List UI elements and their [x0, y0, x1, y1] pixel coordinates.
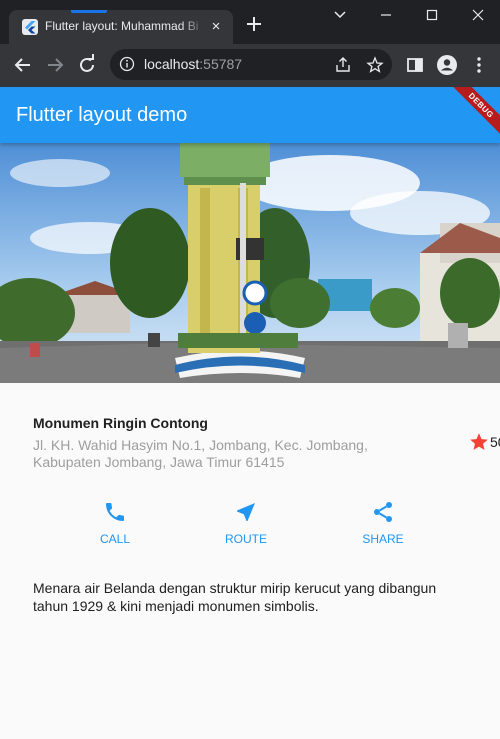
share-page-icon[interactable]: [334, 56, 352, 74]
url-port: :55787: [199, 56, 243, 72]
monument-photo: [0, 143, 500, 383]
info-icon[interactable]: [119, 56, 135, 72]
phone-icon: [106, 503, 124, 521]
star-bookmark-icon[interactable]: [366, 56, 384, 74]
share-label: SHARE: [362, 532, 404, 546]
side-panel-icon[interactable]: [402, 52, 428, 78]
chevron-down-icon[interactable]: [328, 4, 352, 26]
reload-icon[interactable]: [74, 52, 100, 78]
kebab-menu-icon[interactable]: [466, 52, 492, 78]
forward-arrow-icon[interactable]: [42, 52, 68, 78]
description-text: Menara air Belanda dengan struktur mirip…: [33, 580, 437, 614]
close-window-icon[interactable]: [466, 4, 490, 26]
rating-count: 50: [490, 434, 500, 450]
call-button[interactable]: CALL: [70, 500, 160, 550]
profile-icon[interactable]: [434, 52, 460, 78]
flutter-favicon: [22, 19, 38, 35]
plus-icon[interactable]: [243, 13, 265, 35]
minimize-icon[interactable]: [374, 4, 398, 26]
app-title: Flutter layout demo: [16, 104, 188, 126]
url-text: localhost:55787: [144, 56, 242, 72]
tab-accent-bar: [71, 10, 107, 13]
share-button[interactable]: SHARE: [338, 500, 428, 550]
close-icon[interactable]: ×: [207, 18, 225, 36]
flutter-app: Flutter layout demo DEBUG Monumen Ringin…: [0, 87, 500, 739]
call-label: CALL: [99, 532, 131, 546]
title-section: Monumen Ringin Contong Jl. KH. Wahid Has…: [33, 412, 500, 472]
place-address: Jl. KH. Wahid Hasyim No.1, Jombang, Kec.…: [33, 437, 368, 470]
route-label: ROUTE: [225, 532, 267, 546]
button-row: CALL ROUTE SHARE: [0, 500, 500, 550]
app-bar: Flutter layout demo: [0, 87, 500, 143]
maximize-icon[interactable]: [420, 4, 444, 26]
place-name: Monumen Ringin Contong: [33, 415, 208, 431]
url-host: localhost: [144, 56, 200, 72]
back-arrow-icon[interactable]: [10, 52, 36, 78]
browser-tab[interactable]: Flutter layout: Muhammad Bi ×: [9, 10, 233, 44]
browser-toolbar: localhost:55787: [0, 44, 500, 87]
address-bar[interactable]: localhost:55787: [110, 49, 392, 80]
tab-strip: Flutter layout: Muhammad Bi ×: [0, 0, 500, 44]
star-icon: [470, 433, 488, 450]
route-button[interactable]: ROUTE: [201, 500, 291, 550]
browser-chrome: Flutter layout: Muhammad Bi × localhost:…: [0, 0, 500, 87]
share-icon: [374, 502, 392, 522]
tab-title: Flutter layout: Muhammad Bi: [45, 19, 199, 33]
navigation-icon: [237, 503, 255, 521]
